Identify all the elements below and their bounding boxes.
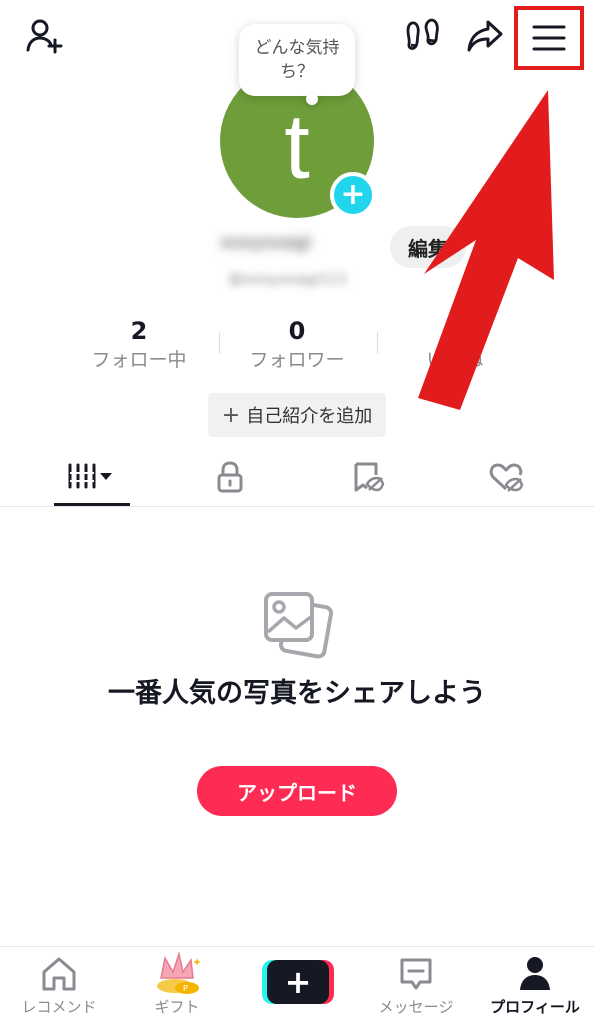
home-icon-wrap [40,954,78,994]
nav-gift[interactable]: P ギフト [118,952,236,1024]
stat-divider [377,332,378,354]
nav-profile-label: プロフィール [490,998,580,1016]
nav-inbox[interactable]: メッセージ [357,954,475,1024]
plus-icon: + [284,963,312,1001]
upload-button[interactable]: アップロード [197,766,397,816]
user-handle: @xxxyxxagi111 [228,270,348,288]
stat-following[interactable]: 2 フォロー中 [64,316,214,374]
username: xxxyxxagi [220,232,312,253]
nav-home[interactable]: レコメンド [0,954,118,1024]
nav-home-label: レコメンド [21,998,97,1016]
empty-state-icon-wrap [262,588,334,660]
empty-state-title: 一番人気の写真をシェアしよう [108,678,486,709]
nav-gift-label: ギフト [154,998,200,1016]
share-icon [467,20,503,52]
mood-prompt-text: どんな気持ち？ [254,38,340,82]
add-bio-button[interactable]: + 自己紹介を追加 [208,393,386,437]
mood-bubble[interactable]: どんな気持ち？ [239,24,355,96]
tab-private[interactable] [192,448,268,506]
followers-label: フォロワー [249,349,345,371]
repost-icon [354,462,385,492]
tabs-divider [0,506,594,507]
plus-icon: + [221,402,241,428]
inbox-icon-wrap [398,954,434,994]
footprint-button[interactable] [400,14,446,58]
tab-reposts[interactable] [330,448,406,506]
profile-icon [520,957,550,990]
following-label: フォロー中 [91,349,187,371]
add-friend-button[interactable] [20,14,68,58]
lock-icon [217,461,243,493]
menu-button[interactable] [514,6,584,70]
nav-profile[interactable]: プロフィール [476,954,594,1024]
bottom-nav-divider [0,946,594,947]
add-bio-label: 自己紹介を追加 [246,406,373,427]
annotation-arrow [418,90,554,410]
tab-videos[interactable] [54,448,130,506]
photos-icon [264,592,334,659]
followers-count: 0 [288,317,306,345]
gift-icon-wrap: P [147,952,207,994]
share-button[interactable] [462,14,508,58]
mood-bubble-tail [306,93,318,105]
profile-icon-wrap [518,954,552,994]
avatar-add-button[interactable]: + [330,172,376,218]
gift-icon: P [157,952,201,994]
create-button[interactable]: + [267,960,329,1004]
avatar-letter: t [284,95,310,198]
add-friend-icon [26,19,63,54]
footprint-icon [406,18,439,50]
inbox-icon [400,958,432,990]
svg-text:P: P [183,984,188,993]
following-count: 2 [130,317,148,345]
tab-liked[interactable] [468,448,544,506]
plus-icon: + [340,177,366,212]
nav-inbox-label: メッセージ [378,998,454,1016]
liked-icon [489,463,524,492]
grid-icon [68,463,112,488]
nav-create[interactable]: + [261,960,333,1006]
stat-divider [219,332,220,354]
stat-followers[interactable]: 0 フォロワー [222,316,372,374]
home-icon [42,957,76,991]
menu-icon [532,25,566,51]
